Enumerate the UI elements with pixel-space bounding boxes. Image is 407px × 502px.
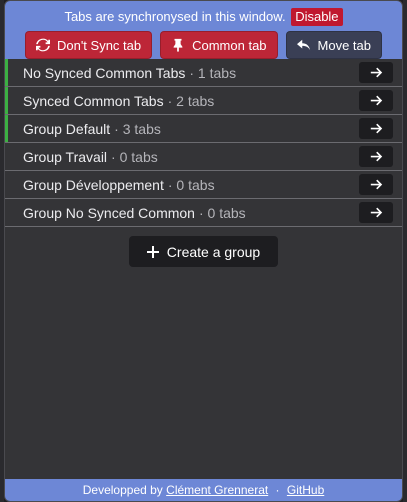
dont-sync-tab-label: Don't Sync tab — [56, 37, 142, 53]
pin-icon — [173, 38, 183, 52]
group-tab-count: · 3 tabs — [114, 120, 161, 137]
common-tab-label: Common tab — [192, 37, 267, 53]
arrow-right-icon — [370, 67, 382, 78]
move-tab-label: Move tab — [317, 37, 372, 53]
create-group-wrap: Create a group — [5, 236, 402, 267]
sync-icon — [35, 38, 50, 52]
group-name: No Synced Common Tabs — [23, 64, 186, 81]
background-page-right — [403, 0, 407, 502]
common-tab-button[interactable]: Common tab — [160, 31, 278, 59]
popup-footer: Developped by Clément Grennerat · GitHub — [5, 479, 402, 501]
group-name: Group Développement — [23, 176, 164, 193]
group-list: No Synced Common Tabs · 1 tabs Synced Co… — [5, 59, 402, 227]
popup-header: Tabs are synchronysed in this window. Di… — [5, 1, 402, 59]
tab-action-buttons: Don't Sync tab Common tab Move tab — [5, 31, 402, 59]
switch-to-group-button[interactable] — [359, 62, 393, 83]
tab-groups-popup: Tabs are synchronysed in this window. Di… — [4, 0, 403, 502]
plus-icon — [146, 245, 159, 258]
group-row-no-synced-common-tabs[interactable]: No Synced Common Tabs · 1 tabs — [5, 59, 402, 87]
group-row-group-default[interactable]: Group Default · 3 tabs — [5, 115, 402, 143]
switch-to-group-button[interactable] — [359, 202, 393, 223]
arrow-right-icon — [370, 95, 382, 106]
group-row-group-travail[interactable]: Group Travail · 0 tabs — [5, 143, 402, 171]
group-name: Group Default — [23, 120, 111, 137]
group-name: Synced Common Tabs — [23, 92, 164, 109]
group-row-synced-common-tabs[interactable]: Synced Common Tabs · 2 tabs — [5, 87, 402, 115]
create-group-label: Create a group — [166, 243, 261, 260]
sync-status-text: Tabs are synchronysed in this window. — [64, 9, 286, 24]
disable-sync-button[interactable]: Disable — [291, 8, 343, 26]
footer-separator: · — [275, 483, 280, 497]
dont-sync-tab-button[interactable]: Don't Sync tab — [24, 31, 153, 59]
group-tab-count: · 0 tabs — [111, 148, 158, 165]
arrow-right-icon — [370, 123, 382, 134]
github-link[interactable]: GitHub — [287, 483, 324, 497]
author-link[interactable]: Clément Grennerat — [166, 483, 268, 497]
group-name: Group No Synced Common — [23, 204, 195, 221]
group-tab-count: · 0 tabs — [167, 176, 215, 193]
sync-status-line: Tabs are synchronysed in this window. Di… — [5, 7, 402, 27]
group-name: Group Travail — [23, 148, 108, 165]
reply-arrow-icon — [296, 39, 310, 51]
switch-to-group-button[interactable] — [359, 118, 393, 139]
group-tab-count: · 2 tabs — [167, 92, 215, 109]
group-row-group-developpement[interactable]: Group Développement · 0 tabs — [5, 171, 402, 199]
group-tab-count: · 0 tabs — [198, 204, 246, 221]
arrow-right-icon — [370, 207, 382, 218]
switch-to-group-button[interactable] — [359, 90, 393, 111]
create-group-button[interactable]: Create a group — [128, 236, 279, 267]
switch-to-group-button[interactable] — [359, 174, 393, 195]
group-tab-count: · 1 tabs — [189, 64, 237, 81]
move-tab-button[interactable]: Move tab — [285, 31, 383, 59]
arrow-right-icon — [370, 179, 382, 190]
arrow-right-icon — [370, 151, 382, 162]
group-row-group-no-synced-common[interactable]: Group No Synced Common · 0 tabs — [5, 199, 402, 227]
switch-to-group-button[interactable] — [359, 146, 393, 167]
footer-prefix: Developped by — [82, 483, 163, 497]
